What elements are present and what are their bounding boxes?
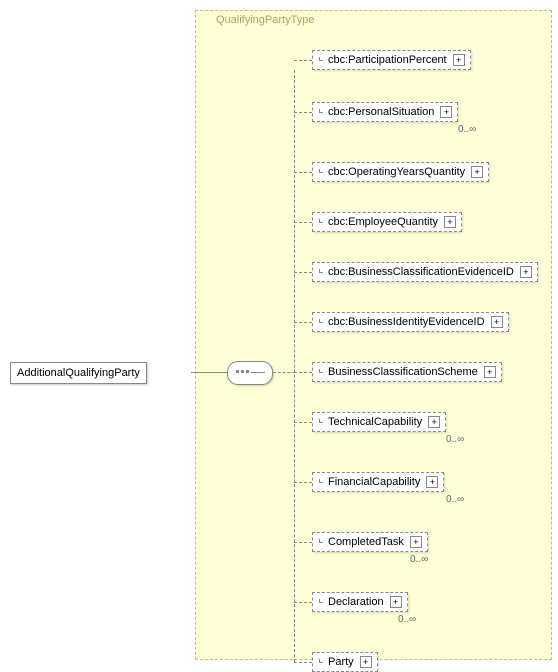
element-box[interactable]: TechnicalCapability + xyxy=(312,412,446,432)
tree-elbow-icon xyxy=(319,479,323,483)
connector xyxy=(294,372,312,373)
cardinality-label: 0..∞ xyxy=(410,554,428,565)
connector xyxy=(191,372,227,373)
element-box[interactable]: FinancialCapability + xyxy=(312,472,444,492)
element-label: TechnicalCapability xyxy=(318,416,422,428)
connector xyxy=(294,172,312,173)
tree-elbow-icon xyxy=(319,57,323,61)
element-label: Declaration xyxy=(318,596,384,608)
tree-elbow-icon xyxy=(319,319,323,323)
element-box[interactable]: cbc:PersonalSituation + xyxy=(312,102,458,122)
tree-elbow-icon xyxy=(319,419,323,423)
element-label: cbc:BusinessIdentityEvidenceID xyxy=(318,316,485,328)
expand-icon[interactable]: + xyxy=(410,536,422,548)
tree-elbow-icon xyxy=(319,269,323,273)
expand-icon[interactable]: + xyxy=(428,416,440,428)
root-element[interactable]: AdditionalQualifyingParty xyxy=(10,362,147,384)
connector xyxy=(294,70,295,662)
connector xyxy=(294,112,312,113)
element-box[interactable]: BusinessClassificationScheme + xyxy=(312,362,502,382)
element-box[interactable]: Declaration + xyxy=(312,592,408,612)
type-label: QualifyingPartyType xyxy=(216,14,314,26)
element-box[interactable]: cbc:OperatingYearsQuantity + xyxy=(312,162,489,182)
element-box[interactable]: CompletedTask + xyxy=(312,532,428,552)
element-box[interactable]: cbc:BusinessIdentityEvidenceID + xyxy=(312,312,509,332)
expand-icon[interactable]: + xyxy=(360,656,372,668)
element-label: cbc:ParticipationPercent xyxy=(318,54,447,66)
element-label: cbc:PersonalSituation xyxy=(318,106,434,118)
tree-elbow-icon xyxy=(319,169,323,173)
element-label: CompletedTask xyxy=(318,536,404,548)
sequence-compositor[interactable] xyxy=(227,361,273,385)
connector xyxy=(294,482,312,483)
expand-icon[interactable]: + xyxy=(471,166,483,178)
element-label: FinancialCapability xyxy=(318,476,420,488)
tree-elbow-icon xyxy=(319,219,323,223)
tree-elbow-icon xyxy=(319,599,323,603)
cardinality-label: 0..∞ xyxy=(446,494,464,505)
expand-icon[interactable]: + xyxy=(491,316,503,328)
element-box[interactable]: cbc:EmployeeQuantity + xyxy=(312,212,462,232)
cardinality-label: 0..∞ xyxy=(458,124,476,135)
tree-elbow-icon xyxy=(319,659,323,663)
connector xyxy=(294,322,312,323)
connector xyxy=(294,272,312,273)
element-box[interactable]: Party + xyxy=(312,652,378,672)
cardinality-label: 0..∞ xyxy=(398,614,416,625)
tree-elbow-icon xyxy=(319,369,323,373)
connector xyxy=(294,602,312,603)
element-label: Party xyxy=(318,656,354,668)
element-box[interactable]: cbc:ParticipationPercent + xyxy=(312,50,471,70)
tree-elbow-icon xyxy=(319,109,323,113)
expand-icon[interactable]: + xyxy=(426,476,438,488)
expand-icon[interactable]: + xyxy=(444,216,456,228)
element-box[interactable]: cbc:BusinessClassificationEvidenceID + xyxy=(312,262,538,282)
connector xyxy=(294,662,312,663)
connector xyxy=(294,542,312,543)
expand-icon[interactable]: + xyxy=(484,366,496,378)
cardinality-label: 0..∞ xyxy=(446,434,464,445)
expand-icon[interactable]: + xyxy=(453,54,465,66)
expand-icon[interactable]: + xyxy=(390,596,402,608)
connector xyxy=(294,222,312,223)
element-label: BusinessClassificationScheme xyxy=(318,366,478,378)
expand-icon[interactable]: + xyxy=(440,106,452,118)
tree-elbow-icon xyxy=(319,539,323,543)
connector xyxy=(273,372,295,373)
element-label: cbc:EmployeeQuantity xyxy=(318,216,438,228)
expand-icon[interactable]: + xyxy=(520,266,532,278)
element-label: cbc:OperatingYearsQuantity xyxy=(318,166,465,178)
connector xyxy=(294,422,312,423)
element-label: cbc:BusinessClassificationEvidenceID xyxy=(318,266,514,278)
connector xyxy=(294,60,312,61)
root-label: AdditionalQualifyingParty xyxy=(17,367,140,379)
